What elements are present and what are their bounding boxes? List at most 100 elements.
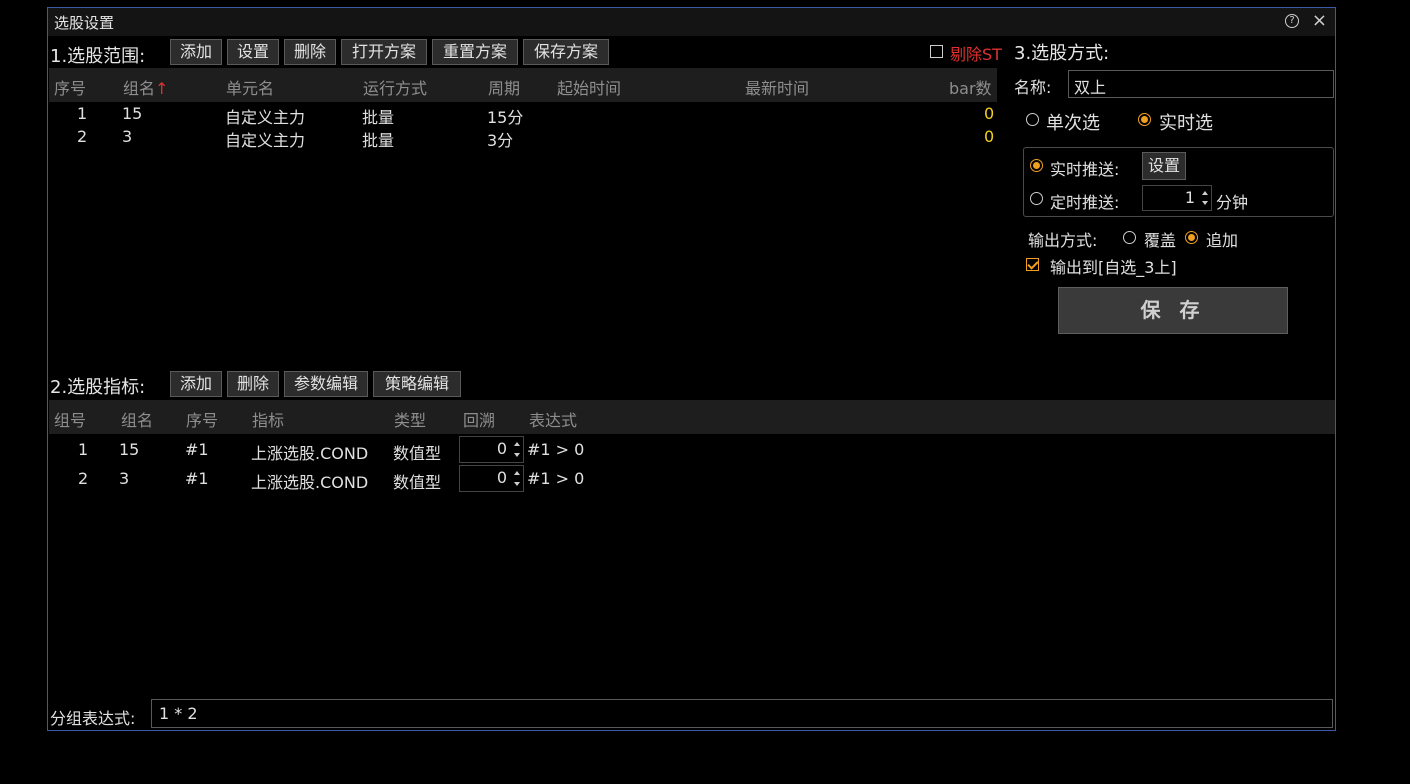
- method-section-label: 3.选股方式:: [1014, 43, 1110, 64]
- close-icon[interactable]: ×: [1312, 10, 1327, 31]
- output-cover-label: 覆盖: [1144, 231, 1177, 250]
- timed-push-value: 1: [1184, 188, 1195, 207]
- single-select-radio[interactable]: [1026, 113, 1039, 126]
- exclude-st-label: 剔除ST: [950, 45, 1002, 64]
- col-seq[interactable]: 序号: [186, 407, 218, 431]
- save-plan-button[interactable]: 保存方案: [523, 39, 609, 65]
- row-seq: #1: [185, 469, 209, 488]
- row-type: 数值型: [393, 444, 442, 463]
- col-group-name[interactable]: 组名↑: [123, 75, 168, 99]
- row-group: 15: [119, 440, 140, 459]
- row-expression: #1 > 0: [527, 440, 585, 459]
- window-title: 选股设置: [54, 14, 115, 32]
- col-expression[interactable]: 表达式: [529, 407, 577, 431]
- realtime-select-radio[interactable]: [1138, 113, 1151, 126]
- lookback-stepper[interactable]: 0: [459, 465, 524, 492]
- scope-settings-button[interactable]: 设置: [227, 39, 279, 65]
- row-seq: #1: [185, 440, 209, 459]
- row-unit: 自定义主力: [225, 131, 306, 150]
- row-group: 15: [122, 104, 143, 123]
- stepper-up-icon[interactable]: [514, 442, 520, 446]
- output-append-label: 追加: [1206, 231, 1239, 250]
- timed-push-label: 定时推送:: [1050, 193, 1120, 212]
- col-group-name[interactable]: 组名: [121, 407, 153, 431]
- lookback-value: 0: [496, 468, 507, 487]
- row-mode: 批量: [362, 108, 395, 127]
- output-append-radio[interactable]: [1185, 231, 1198, 244]
- scope-delete-button[interactable]: 删除: [284, 39, 336, 65]
- col-period[interactable]: 周期: [488, 75, 520, 99]
- help-icon[interactable]: ?: [1285, 14, 1299, 28]
- col-unit-name[interactable]: 单元名: [226, 75, 274, 99]
- timed-push-minutes-stepper[interactable]: 1: [1142, 185, 1212, 211]
- col-bar-count[interactable]: bar数: [949, 75, 992, 99]
- name-input[interactable]: 双上: [1068, 70, 1334, 98]
- indicator-add-button[interactable]: 添加: [170, 371, 222, 397]
- realtime-push-radio[interactable]: [1030, 159, 1043, 172]
- row-group-id: 2: [78, 469, 89, 488]
- indicators-section-label: 2.选股指标:: [50, 377, 146, 398]
- indicator-delete-button[interactable]: 删除: [227, 371, 279, 397]
- stock-screener-dialog: 选股设置 ? × 1.选股范围: 添加 设置 删除 打开方案 重置方案 保存方案…: [47, 7, 1336, 731]
- group-expr-label: 分组表达式:: [50, 709, 136, 728]
- open-plan-button[interactable]: 打开方案: [341, 39, 427, 65]
- row-bars: 0: [984, 104, 995, 123]
- stepper-down-icon[interactable]: [1202, 201, 1208, 205]
- row-group-id: 1: [78, 440, 89, 459]
- row-mode: 批量: [362, 131, 395, 150]
- row-bars: 0: [984, 127, 995, 146]
- col-type[interactable]: 类型: [394, 407, 426, 431]
- realtime-push-label: 实时推送:: [1050, 160, 1120, 179]
- output-to-checkbox[interactable]: [1026, 258, 1039, 271]
- row-type: 数值型: [393, 473, 442, 492]
- push-settings-button[interactable]: 设置: [1142, 152, 1186, 180]
- col-indicator[interactable]: 指标: [252, 407, 284, 431]
- exclude-st-checkbox[interactable]: [930, 45, 943, 58]
- stepper-down-icon[interactable]: [514, 453, 520, 457]
- param-edit-button[interactable]: 参数编辑: [284, 371, 368, 397]
- indicators-table-header: 组号 组名 序号 指标 类型 回溯 表达式: [49, 400, 1335, 434]
- col-index[interactable]: 序号: [54, 75, 86, 99]
- name-label: 名称:: [1014, 78, 1052, 97]
- realtime-select-label: 实时选: [1159, 113, 1213, 134]
- group-expr-input[interactable]: 1 * 2: [151, 699, 1333, 728]
- row-group: 3: [119, 469, 130, 488]
- reset-plan-button[interactable]: 重置方案: [432, 39, 518, 65]
- sort-up-icon: ↑: [155, 79, 169, 98]
- title-bar: 选股设置 ? ×: [48, 8, 1335, 36]
- output-to-label: 输出到[自选_3上]: [1050, 258, 1177, 277]
- row-group: 3: [122, 127, 133, 146]
- row-expression: #1 > 0: [527, 469, 585, 488]
- col-group-id[interactable]: 组号: [54, 407, 86, 431]
- row-unit: 自定义主力: [225, 108, 306, 127]
- output-mode-label: 输出方式:: [1028, 231, 1098, 250]
- stepper-down-icon[interactable]: [514, 482, 520, 486]
- timed-push-radio[interactable]: [1030, 192, 1043, 205]
- row-indicator: 上涨选股.COND: [251, 444, 369, 463]
- lookback-value: 0: [496, 439, 507, 458]
- col-latest-time[interactable]: 最新时间: [745, 75, 809, 99]
- strategy-edit-button[interactable]: 策略编辑: [373, 371, 461, 397]
- col-run-mode[interactable]: 运行方式: [363, 75, 427, 99]
- timed-push-unit: 分钟: [1216, 193, 1249, 212]
- scope-add-button[interactable]: 添加: [170, 39, 222, 65]
- table-row[interactable]: 2 3 #1 上涨选股.COND 数值型 0 #1 > 0: [49, 465, 1335, 494]
- row-period: 15分: [487, 108, 524, 127]
- table-row[interactable]: 2 3 自定义主力 批量 3分 0: [49, 127, 997, 151]
- stepper-up-icon[interactable]: [1202, 191, 1208, 195]
- row-index: 2: [77, 127, 88, 146]
- table-row[interactable]: 1 15 自定义主力 批量 15分 0: [49, 104, 997, 128]
- output-cover-radio[interactable]: [1123, 231, 1136, 244]
- col-lookback[interactable]: 回溯: [463, 407, 495, 431]
- table-row[interactable]: 1 15 #1 上涨选股.COND 数值型 0 #1 > 0: [49, 436, 1335, 465]
- row-period: 3分: [487, 131, 514, 150]
- scope-section-label: 1.选股范围:: [50, 46, 146, 67]
- row-indicator: 上涨选股.COND: [251, 473, 369, 492]
- lookback-stepper[interactable]: 0: [459, 436, 524, 463]
- scope-table-header: 序号 组名↑ 单元名 运行方式 周期 起始时间 最新时间 bar数: [49, 68, 997, 102]
- row-index: 1: [77, 104, 88, 123]
- save-button[interactable]: 保 存: [1058, 287, 1288, 334]
- col-start-time[interactable]: 起始时间: [557, 75, 621, 99]
- stepper-up-icon[interactable]: [514, 471, 520, 475]
- single-select-label: 单次选: [1046, 113, 1100, 134]
